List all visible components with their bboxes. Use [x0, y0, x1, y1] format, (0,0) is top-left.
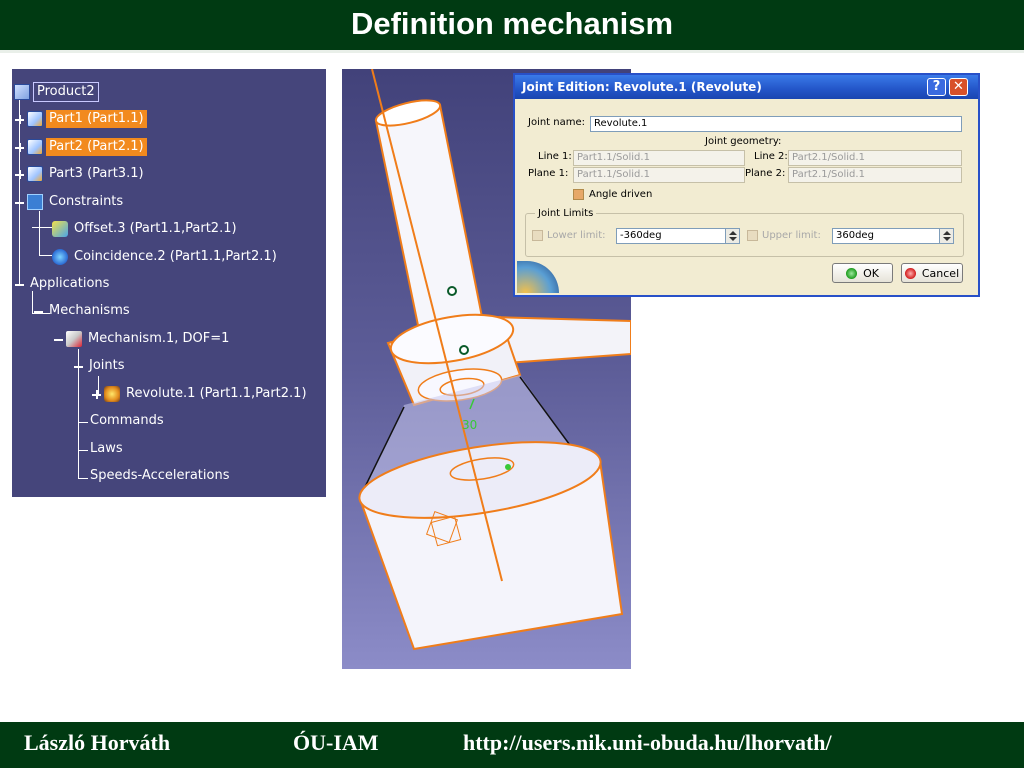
tree-node-part1[interactable]: Part1 (Part1.1) [15, 110, 147, 128]
ok-button[interactable]: OK [832, 263, 893, 283]
plane2-label: Plane 2: [745, 168, 786, 179]
tree-connector [39, 255, 52, 256]
tree-node-label: Constraints [49, 194, 124, 209]
expand-icon[interactable] [15, 169, 24, 179]
joint-name-input[interactable]: Revolute.1 [590, 116, 962, 132]
tree-node-label: Revolute.1 (Part1.1,Part2.1) [126, 386, 307, 401]
tree-node-applications[interactable]: Applications [15, 275, 112, 293]
tree-node-part2[interactable]: Part2 (Part2.1) [15, 138, 147, 156]
angle-marker [505, 464, 511, 470]
cancel-button-label: Cancel [921, 266, 960, 280]
help-button[interactable]: ? [927, 78, 946, 96]
product-icon [14, 84, 30, 100]
joint-marker [459, 345, 469, 355]
upper-limit-checkbox[interactable] [747, 230, 758, 241]
upper-limit-spinner-icon[interactable] [939, 228, 954, 244]
line2-field[interactable]: Part2.1/Solid.1 [788, 150, 962, 166]
slide-title: Definition mechanism [350, 6, 674, 41]
joint-limits-label: Joint Limits [535, 208, 597, 219]
collapse-icon[interactable] [15, 280, 24, 289]
tree-node-mechanisms[interactable]: Mechanisms [34, 302, 133, 320]
joint-edition-dialog: Joint Edition: Revolute.1 (Revolute) ? ✕… [513, 73, 980, 297]
upper-limit-label: Upper limit: [762, 230, 821, 241]
collapse-icon[interactable] [15, 198, 24, 207]
tree-node-label: Commands [90, 413, 164, 428]
tree-node-label: Mechanism.1, DOF=1 [88, 331, 230, 346]
expand-icon[interactable] [15, 114, 24, 124]
tree-node-label: Laws [90, 441, 123, 456]
tree-node-label: Part2 (Part2.1) [46, 138, 147, 156]
expand-icon[interactable] [15, 142, 24, 152]
tree-node-speeds-accelerations[interactable]: Speeds-Accelerations [87, 467, 232, 485]
slide-footer: László Horváth ÓU-IAM http://users.nik.u… [0, 722, 1024, 768]
lower-limit-label: Lower limit: [547, 230, 606, 241]
angle-driven-label: Angle driven [589, 189, 653, 200]
cancel-button[interactable]: Cancel [901, 263, 963, 283]
ok-icon [846, 267, 858, 279]
tree-node-label: Part1 (Part1.1) [46, 110, 147, 128]
tree-node-revolute[interactable]: Revolute.1 (Part1.1,Part2.1) [92, 385, 310, 403]
cancel-icon [904, 267, 916, 279]
upper-limit-input[interactable]: 360deg [832, 228, 940, 244]
line1-label: Line 1: [538, 151, 572, 162]
constraints-icon [27, 194, 43, 210]
coincidence-constraint-icon [52, 249, 68, 265]
footer-org: ÓU-IAM [293, 730, 379, 755]
dialog-title: Joint Edition: Revolute.1 (Revolute) [522, 80, 762, 94]
tree-node-joints[interactable]: Joints [74, 357, 128, 375]
collapse-icon[interactable] [54, 335, 63, 344]
collapse-icon[interactable] [74, 362, 83, 371]
tree-node-label: Applications [30, 276, 110, 291]
angle-label: 30 [462, 418, 477, 432]
tree-node-constraints[interactable]: Constraints [15, 193, 126, 211]
title-divider [0, 50, 1024, 53]
tree-connector [32, 291, 33, 313]
line2-label: Line 2: [754, 151, 788, 162]
lower-limit-checkbox[interactable] [532, 230, 543, 241]
specification-tree: Product2 Part1 (Part1.1) Part2 (Part2.1)… [12, 69, 326, 497]
joint-geometry-label: Joint geometry: [705, 136, 782, 147]
tree-node-label: Joints [89, 358, 125, 373]
tree-node-mechanism1[interactable]: Mechanism.1, DOF=1 [54, 330, 232, 348]
joint-marker [447, 286, 457, 296]
tree-node-label: Speeds-Accelerations [90, 468, 230, 483]
joint-name-label: Joint name: [528, 117, 586, 128]
tree-node-product2[interactable]: Product2 [14, 82, 99, 102]
tree-node-offset[interactable]: Offset.3 (Part1.1,Part2.1) [52, 220, 240, 238]
tree-node-commands[interactable]: Commands [87, 412, 167, 430]
tree-node-coincidence[interactable]: Coincidence.2 (Part1.1,Part2.1) [52, 248, 280, 266]
dialog-title-bar[interactable]: Joint Edition: Revolute.1 (Revolute) ? ✕ [515, 75, 978, 99]
collapse-icon[interactable] [34, 307, 43, 316]
tree-node-label: Coincidence.2 (Part1.1,Part2.1) [74, 249, 277, 264]
shaft-body [374, 103, 484, 337]
tree-connector [39, 211, 40, 255]
expand-icon[interactable] [92, 389, 101, 399]
lower-limit-spinner-icon[interactable] [725, 228, 740, 244]
footer-url[interactable]: http://users.nik.uni-obuda.hu/lhorvath/ [463, 730, 832, 756]
tree-node-laws[interactable]: Laws [87, 440, 126, 458]
tree-node-label: Mechanisms [49, 303, 130, 318]
tree-node-part3[interactable]: Part3 (Part3.1) [15, 165, 147, 183]
plane1-label: Plane 1: [528, 168, 569, 179]
tree-node-label: Part3 (Part3.1) [49, 166, 144, 181]
lower-limit-input[interactable]: -360deg [616, 228, 726, 244]
angle-driven-checkbox[interactable] [573, 189, 584, 200]
globe-icon [517, 261, 559, 293]
slide-title-bar: Definition mechanism [0, 0, 1024, 50]
close-button[interactable]: ✕ [949, 78, 968, 96]
line1-field[interactable]: Part1.1/Solid.1 [573, 150, 745, 166]
tree-node-label: Product2 [33, 82, 99, 102]
tree-node-label: Offset.3 (Part1.1,Part2.1) [74, 221, 237, 236]
mechanism-icon [66, 331, 82, 347]
part-icon [27, 139, 43, 155]
ok-button-label: OK [863, 266, 879, 280]
part-icon [27, 166, 43, 182]
plane1-field[interactable]: Part1.1/Solid.1 [573, 167, 745, 183]
tree-connector [32, 227, 52, 228]
footer-author: László Horváth [24, 730, 171, 755]
plane2-field[interactable]: Part2.1/Solid.1 [788, 167, 962, 183]
revolute-joint-icon [104, 386, 120, 402]
offset-constraint-icon [52, 221, 68, 237]
part-icon [27, 111, 43, 127]
